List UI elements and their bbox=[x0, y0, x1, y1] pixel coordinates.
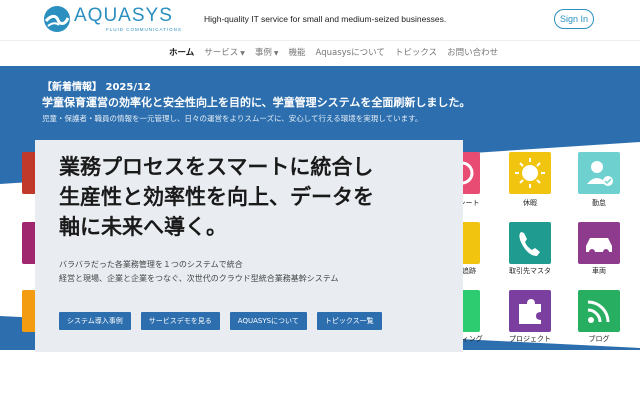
vehicle-tile[interactable] bbox=[578, 222, 620, 264]
user-check-icon bbox=[587, 161, 613, 186]
hero-headline: 業務プロセスをスマートに統合し 生産性と効率性を向上、データを 軸に未来へ導く。 bbox=[59, 152, 449, 242]
logo-subtext: FLUID COMMUNICATIONS bbox=[106, 27, 182, 32]
logo-text: AQUASYS bbox=[74, 5, 173, 26]
tile-label: 勤怠 bbox=[592, 199, 606, 207]
tile-label: ブログ bbox=[588, 335, 610, 343]
puzzle-icon bbox=[519, 299, 541, 324]
nav-item-cases[interactable]: 事例 ▼ bbox=[255, 46, 279, 58]
hero-card: 業務プロセスをスマートに統合し 生産性と効率性を向上、データを 軸に未来へ導く。… bbox=[35, 140, 463, 352]
nav-item-contact[interactable]: お問い合わせ bbox=[447, 46, 498, 58]
sign-in-button[interactable]: Sign In bbox=[554, 9, 594, 29]
nav-item-topics[interactable]: トピックス bbox=[395, 46, 437, 58]
tagline: High-quality IT service for small and me… bbox=[204, 14, 447, 24]
car-icon bbox=[586, 238, 612, 255]
tile-label: 休暇 bbox=[523, 199, 537, 207]
aquasys-logo[interactable]: AQUASYS FLUID COMMUNICATIONS bbox=[44, 6, 184, 32]
nav-item-label: 事例 bbox=[254, 48, 272, 58]
site-header: AQUASYS FLUID COMMUNICATIONS High-qualit… bbox=[0, 0, 640, 38]
hero-buttons: システム導入事例 サービスデモを見る AQUASYSについて トピックス一覧 bbox=[59, 312, 382, 330]
nav-item-about[interactable]: Aquasysについて bbox=[316, 46, 385, 58]
headline-line: 業務プロセスをスマートに統合し bbox=[59, 155, 374, 179]
nav-item-services[interactable]: サービス ▼ bbox=[204, 46, 245, 58]
news-title[interactable]: 学童保育運営の効率化と安全性向上を目的に、学童管理システムを全面刷新しました。 bbox=[42, 94, 470, 110]
headline-line: 生産性と効率性を向上、データを bbox=[59, 185, 374, 209]
caret-down-icon: ▼ bbox=[240, 50, 245, 57]
tile-label: プロジェクト bbox=[509, 335, 551, 343]
caret-down-icon: ▼ bbox=[273, 50, 279, 57]
rss-icon bbox=[587, 300, 610, 323]
tile-label: 取引先マスタ bbox=[509, 267, 551, 275]
nav-item-features[interactable]: 機能 bbox=[289, 46, 306, 58]
client-master-tile[interactable] bbox=[509, 222, 551, 264]
news-label: 【新着情報】 2025/12 bbox=[42, 82, 151, 93]
description-line: バラバラだった各業務管理を１つのシステムで統合 bbox=[59, 260, 243, 269]
nav-item-home[interactable]: ホーム bbox=[169, 46, 194, 58]
blog-tile[interactable] bbox=[578, 290, 620, 332]
description-line: 経営と現場、企業と企業をつなぐ、次世代のクラウド型統合業務基幹システム bbox=[59, 274, 339, 283]
wave-logo-icon bbox=[44, 6, 70, 32]
nav-item-label: サービス bbox=[204, 48, 239, 58]
hero-description: バラバラだった各業務管理を１つのシステムで統合 経営と現場、企業と企業をつなぐ、… bbox=[59, 258, 339, 286]
case-studies-button[interactable]: システム導入事例 bbox=[59, 312, 131, 330]
sun-icon bbox=[515, 158, 545, 188]
vacation-tile[interactable] bbox=[509, 152, 551, 194]
attendance-tile[interactable] bbox=[578, 152, 620, 194]
service-demo-button[interactable]: サービスデモを見る bbox=[140, 312, 220, 330]
about-aquasys-button[interactable]: AQUASYSについて bbox=[229, 312, 307, 330]
phone-icon bbox=[519, 232, 540, 256]
project-tile[interactable] bbox=[509, 290, 551, 332]
news-description: 児童・保護者・職員の情報を一元管理し、日々の運営をよりスムーズに、安心して行える… bbox=[42, 114, 423, 123]
main-nav: ホーム サービス ▼ 事例 ▼ 機能 Aquasysについて トピックス お問い合わ… bbox=[0, 40, 640, 66]
headline-line: 軸に未来へ導く。 bbox=[59, 215, 227, 239]
tile-label: 車両 bbox=[592, 267, 606, 275]
topics-list-button[interactable]: トピックス一覧 bbox=[316, 312, 382, 330]
